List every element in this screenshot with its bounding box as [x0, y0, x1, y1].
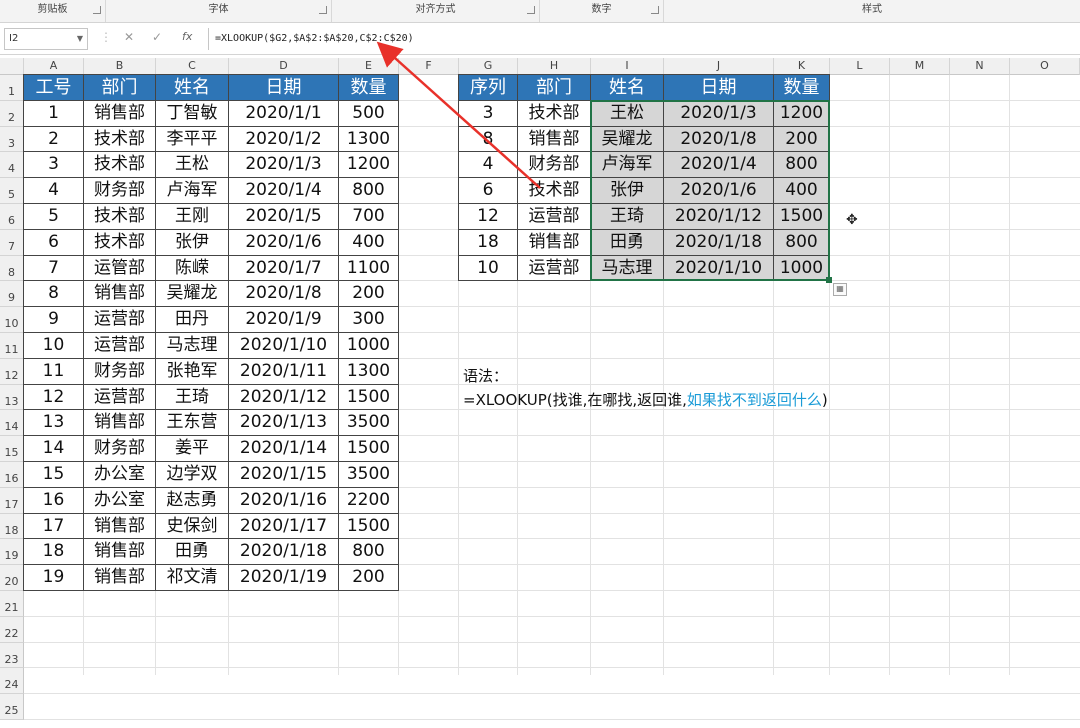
row-header[interactable]: 24	[0, 668, 24, 695]
gridline-horizontal	[24, 693, 1080, 695]
row-header[interactable]: 25	[0, 694, 24, 720]
arrow-line	[376, 41, 541, 189]
gridline-horizontal	[24, 719, 1080, 720]
annotation-arrow	[376, 41, 541, 189]
